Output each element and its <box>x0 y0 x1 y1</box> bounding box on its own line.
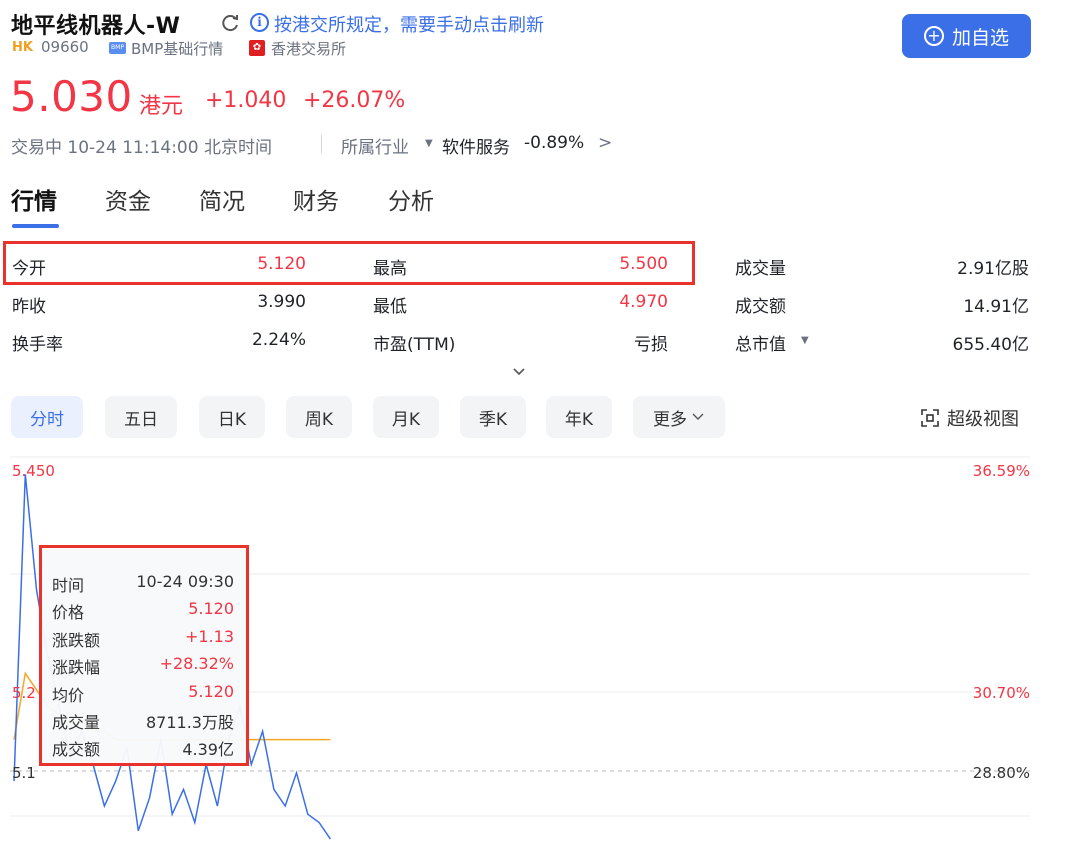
tab-finance[interactable]: 财务 <box>293 182 339 216</box>
trading-status: 交易中 10-24 11:14:00 北京时间 <box>11 138 272 158</box>
tab-analysis[interactable]: 分析 <box>388 182 434 216</box>
tooltip-value: 4.39亿 <box>182 740 234 759</box>
turnover-value: 14.91亿 <box>963 297 1029 317</box>
period-intraday[interactable]: 分时 <box>11 396 83 438</box>
price-change: +1.040 <box>205 88 287 113</box>
volume-value: 2.91亿股 <box>957 259 1029 279</box>
super-view-button[interactable]: 超级视图 <box>921 405 1019 431</box>
plus-circle-icon: + <box>923 26 944 46</box>
y-axis-label-left: 5.2 <box>12 684 36 702</box>
y-axis-label-right: 28.80% <box>973 764 1030 782</box>
tooltip-label: 价格 <box>52 603 85 622</box>
y-axis-label-left: 5.450 <box>12 462 55 480</box>
tab-profile[interactable]: 简况 <box>199 182 245 216</box>
period-daily[interactable]: 日K <box>199 396 265 438</box>
bmp-label: BMP基础行情 <box>131 40 224 58</box>
currency: 港元 <box>139 94 184 119</box>
market-cap-value: 655.40亿 <box>952 335 1029 355</box>
turnover-label: 成交额 <box>735 297 786 317</box>
period-weekly[interactable]: 周K <box>286 396 352 438</box>
pe-value: 亏损 <box>634 335 668 355</box>
divider <box>321 135 322 153</box>
highlight-box <box>3 241 695 285</box>
tooltip-value: 10-24 09:30 <box>136 572 234 591</box>
period-5day[interactable]: 五日 <box>105 396 177 438</box>
open-label: 今开 <box>12 259 46 279</box>
tooltip-row-change-pct: 涨跌幅 +28.32% <box>52 654 234 677</box>
stock-name: 地平线机器人-W <box>11 14 181 39</box>
tooltip-label: 成交量 <box>52 713 101 732</box>
period-more-label: 更多 <box>653 409 687 430</box>
industry-label: 所属行业 <box>341 138 409 158</box>
bmp-icon: BMP <box>109 42 126 54</box>
turnover-rate-value: 2.24% <box>251 330 306 350</box>
tooltip-value: 8711.3万股 <box>146 713 234 732</box>
period-yearly[interactable]: 年K <box>546 396 612 438</box>
chevron-down-icon <box>692 413 704 420</box>
tooltip-value: +28.32% <box>159 654 234 673</box>
tooltip-row-change: 涨跌额 +1.13 <box>52 627 234 650</box>
industry-name[interactable]: 软件服务 <box>442 133 510 158</box>
tooltip-value: 5.120 <box>188 682 234 701</box>
tab-funds[interactable]: 资金 <box>105 182 151 216</box>
prev-close-label: 昨收 <box>12 297 46 317</box>
low-label: 最低 <box>373 297 407 317</box>
tooltip-label: 成交额 <box>52 740 101 759</box>
tooltip-value: 5.120 <box>188 599 234 618</box>
tab-underline <box>12 224 59 228</box>
tooltip-value: +1.13 <box>184 627 234 646</box>
tab-quote[interactable]: 行情 <box>11 182 57 216</box>
tooltip-row-price: 价格 5.120 <box>52 599 234 622</box>
refresh-icon[interactable] <box>219 12 241 34</box>
industry-change: -0.89% <box>524 133 585 153</box>
period-quarterly[interactable]: 季K <box>460 396 526 438</box>
chevron-down-icon[interactable] <box>511 364 527 380</box>
chart-tooltip: 时间 10-24 09:30 价格 5.120 涨跌额 +1.13 涨跌幅 +2… <box>39 545 249 766</box>
tooltip-label: 涨跌额 <box>52 631 101 650</box>
y-axis-label-right: 30.70% <box>973 684 1030 702</box>
market-tag: HK <box>12 40 33 55</box>
chevron-right-icon[interactable]: > <box>598 133 612 153</box>
pe-label: 市盈(TTM) <box>373 335 456 355</box>
exchange-label: 香港交易所 <box>271 40 347 58</box>
high-label: 最高 <box>373 259 407 279</box>
add-watchlist-label: 加自选 <box>951 26 1009 49</box>
current-price: 5.030 <box>10 72 133 121</box>
tooltip-row-avg: 均价 5.120 <box>52 682 234 705</box>
caret-down-icon[interactable]: ▼ <box>425 138 433 149</box>
low-value: 4.970 <box>619 292 668 312</box>
tooltip-row-amount: 成交额 4.39亿 <box>52 736 234 759</box>
volume-label: 成交量 <box>735 259 786 279</box>
caret-down-icon[interactable]: ▼ <box>801 335 809 346</box>
open-value: 5.120 <box>257 254 306 274</box>
stock-code: 09660 <box>41 38 89 56</box>
fullscreen-icon <box>921 409 939 427</box>
tooltip-label: 时间 <box>52 576 85 595</box>
market-cap-label: 总市值 <box>735 335 786 355</box>
hkex-flag-icon: ✿ <box>249 40 265 56</box>
tooltip-label: 涨跌幅 <box>52 658 101 677</box>
tooltip-label: 均价 <box>52 686 85 705</box>
period-monthly[interactable]: 月K <box>373 396 439 438</box>
super-view-label: 超级视图 <box>947 409 1019 430</box>
info-icon: i <box>250 13 269 32</box>
tooltip-row-volume: 成交量 8711.3万股 <box>52 709 234 732</box>
period-more[interactable]: 更多 <box>633 396 725 438</box>
y-axis-label-right: 36.59% <box>973 462 1030 480</box>
refresh-notice[interactable]: 按港交所规定，需要手动点击刷新 <box>274 11 544 37</box>
price-change-pct: +26.07% <box>303 88 406 113</box>
y-axis-label-left: 5.1 <box>12 764 36 782</box>
add-watchlist-button[interactable]: + 加自选 <box>902 14 1031 58</box>
turnover-rate-label: 换手率 <box>12 335 63 355</box>
tooltip-row-time: 时间 10-24 09:30 <box>52 572 234 595</box>
high-value: 5.500 <box>619 254 668 274</box>
prev-close-value: 3.990 <box>257 292 306 312</box>
